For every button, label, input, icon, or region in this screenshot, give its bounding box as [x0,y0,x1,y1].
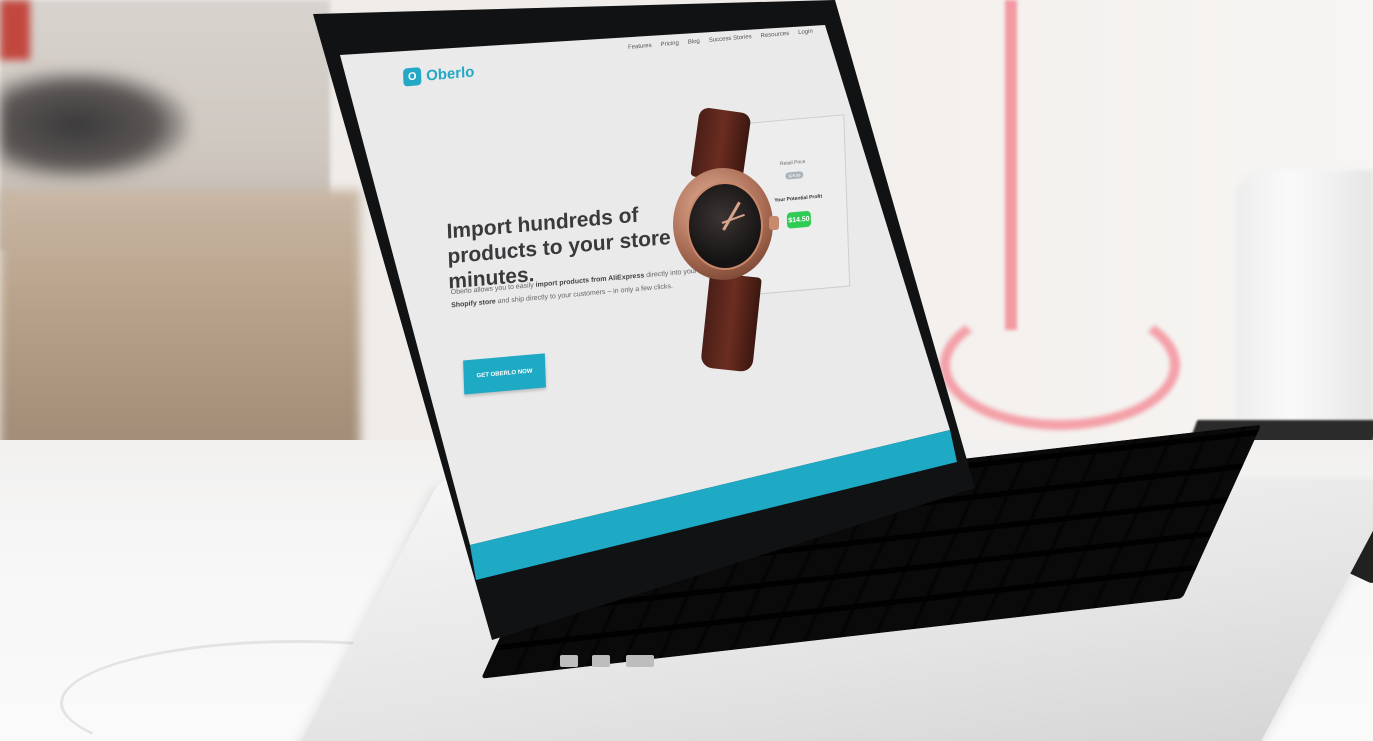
site-logo[interactable]: O Oberlo [402,62,475,87]
nav-features[interactable]: Features [628,43,652,51]
watch-product-image [665,106,785,373]
pink-cable [1005,0,1017,330]
usb-port-icon [560,655,578,667]
retail-price-value: $29.99 [785,171,804,180]
site-nav: Features Pricing Blog Success Stories Re… [628,29,813,51]
get-oberlo-button[interactable]: GET OBERLO NOW [463,353,546,395]
white-mug [1235,170,1373,440]
usb-port-icon [592,655,610,667]
oberlo-website: O Oberlo Features Pricing Blog Success S… [340,0,873,470]
brand-name: Oberlo [425,62,475,85]
nav-resources[interactable]: Resources [761,31,790,40]
pink-cable-loop [940,300,1180,430]
background-wood-surface [0,190,360,450]
nav-pricing[interactable]: Pricing [661,40,679,48]
background-dark-object [0,70,190,180]
oberlo-logo-icon: O [402,67,422,87]
potential-profit-value: $14.50 [786,210,812,229]
laptop-ports [560,655,700,675]
nav-blog[interactable]: Blog [688,39,700,46]
nav-login[interactable]: Login [798,29,813,36]
nav-success-stories[interactable]: Success Stories [709,34,752,44]
photo-scene: O Oberlo Features Pricing Blog Success S… [0,0,1373,741]
description-bold: Shopify store [451,298,496,310]
background-red-object [0,0,30,60]
watch-crown-icon [769,216,779,230]
watch-strap-icon [700,272,762,373]
hdmi-port-icon [626,655,654,667]
